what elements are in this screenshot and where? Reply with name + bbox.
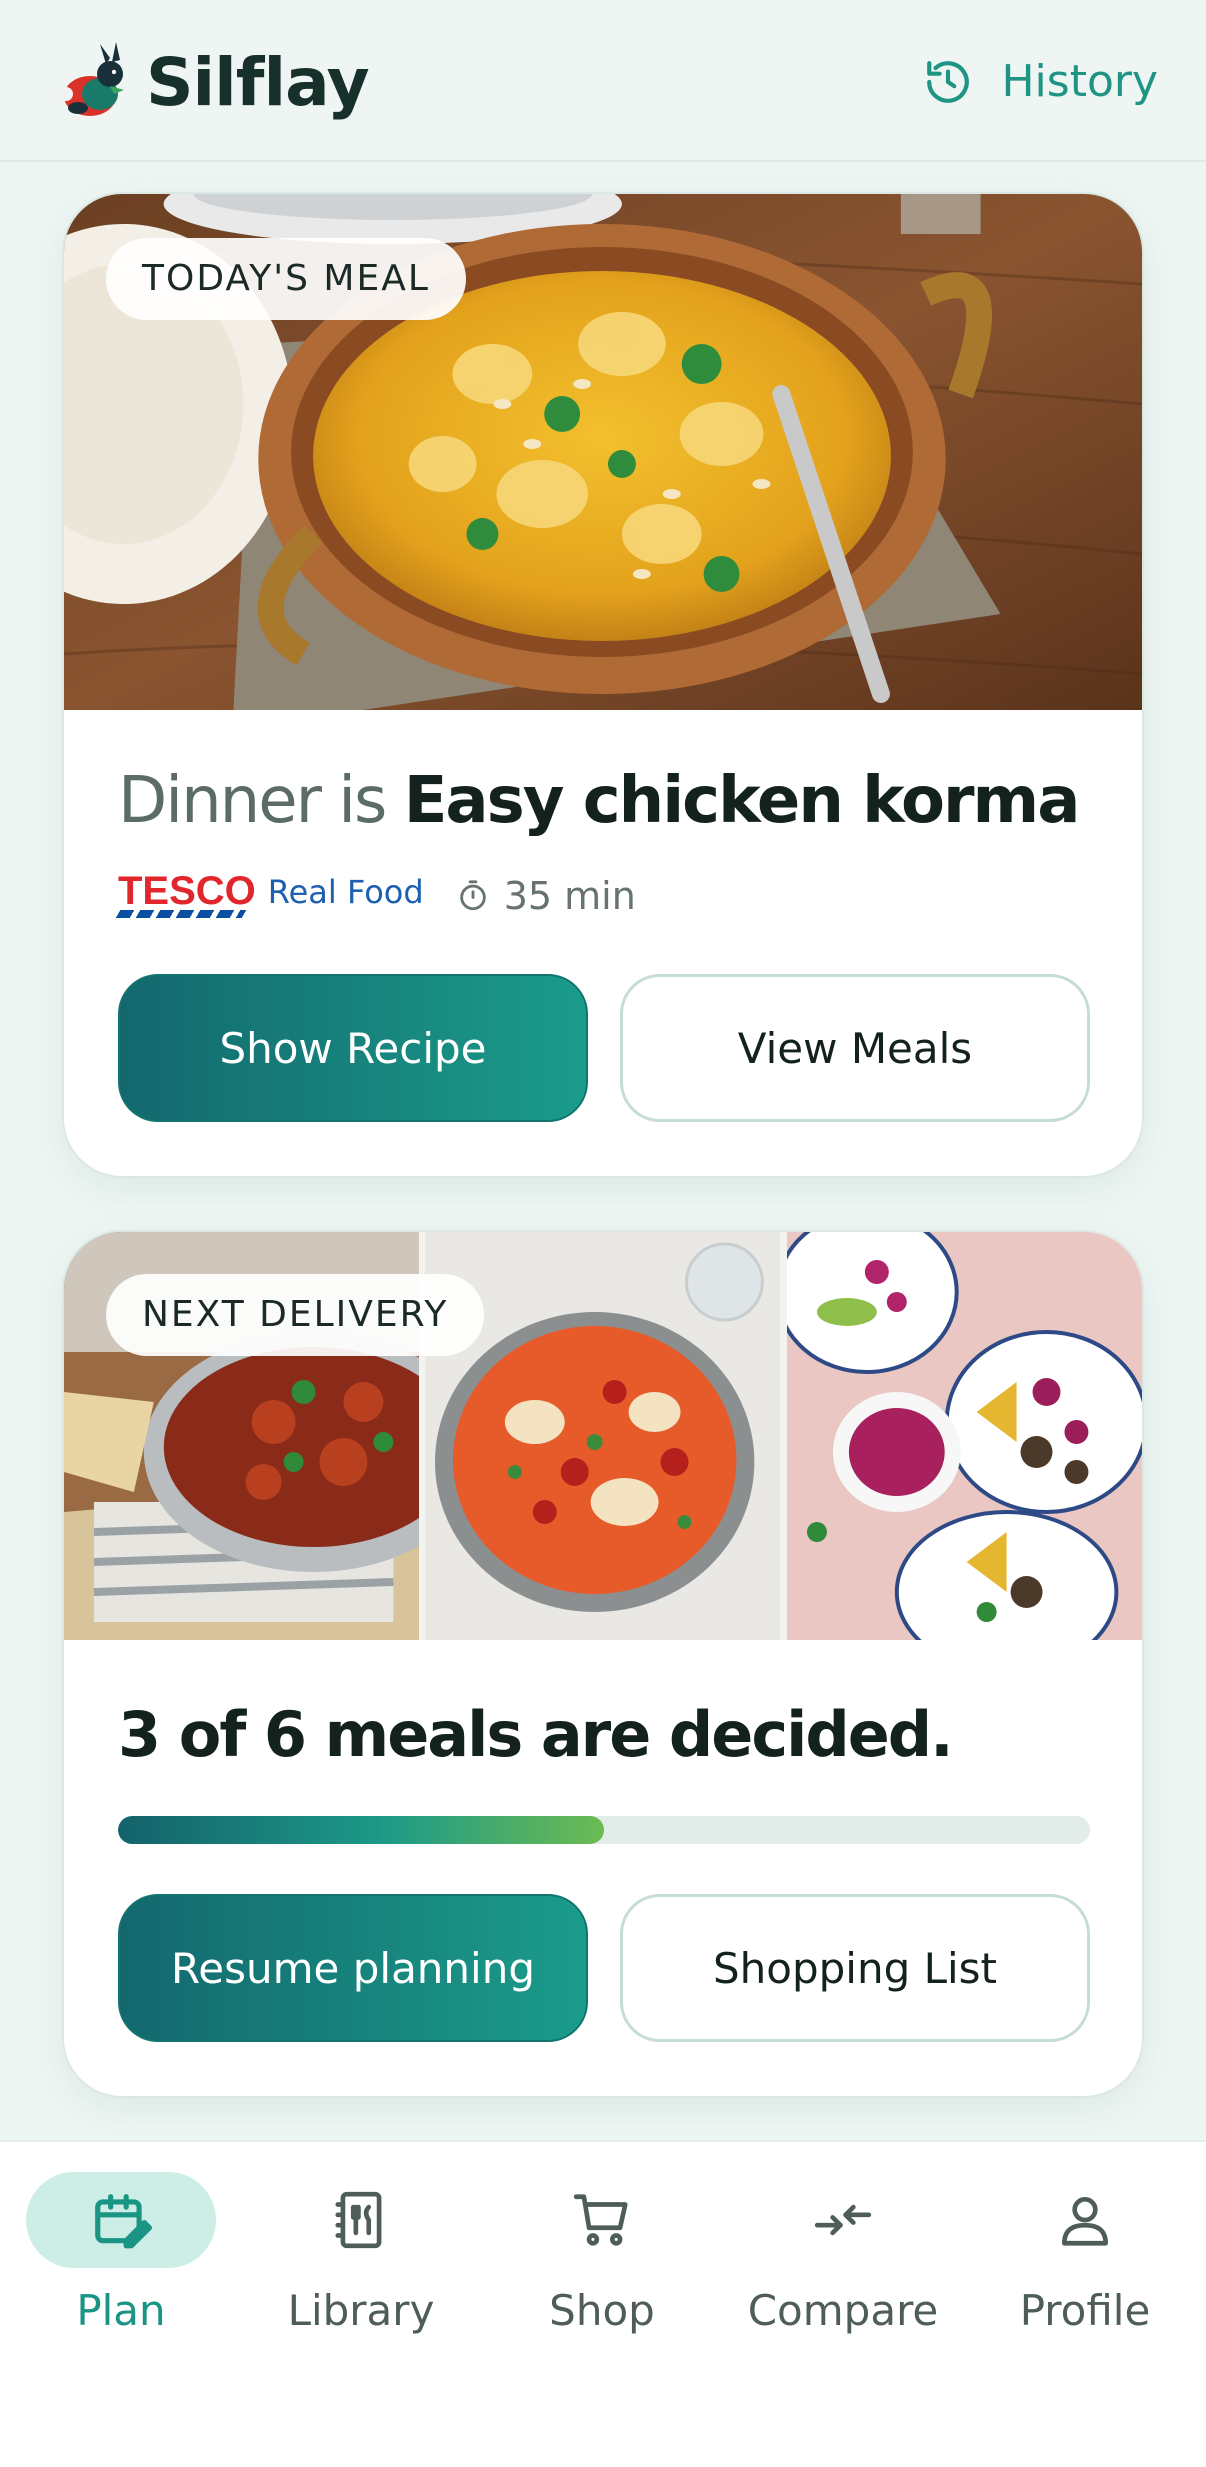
next-delivery-card: NEXT DELIVERY 3 of 6 meals are decided. … bbox=[62, 1230, 1144, 2098]
history-icon bbox=[927, 60, 970, 103]
recipe-book-icon bbox=[335, 2191, 382, 2249]
app-name: Silflay bbox=[146, 44, 370, 121]
next-delivery-badge: NEXT DELIVERY bbox=[106, 1274, 485, 1356]
calendar-edit-icon bbox=[95, 2194, 152, 2249]
todays-meal-card: TODAY'S MEAL Dinner is Easy chicken korm… bbox=[62, 192, 1144, 1178]
meal-meta: TESCO Real Food 35 min bbox=[115, 869, 636, 918]
meal-title-prefix: Dinner is bbox=[118, 764, 387, 838]
nav-item-library[interactable]: Library bbox=[261, 2172, 461, 2372]
nav-label-library: Library bbox=[287, 2286, 435, 2335]
view-meals-button[interactable]: View Meals bbox=[620, 974, 1090, 1122]
brand: Silflay bbox=[50, 40, 370, 126]
recipe-source-name: Real Food bbox=[267, 873, 424, 911]
tesco-stripes bbox=[115, 910, 247, 918]
todays-meal-badge: TODAY'S MEAL bbox=[106, 238, 466, 320]
cook-time: 35 min bbox=[456, 874, 636, 918]
meal-name[interactable]: Easy chicken korma bbox=[404, 764, 1081, 838]
nav-item-compare[interactable]: Compare bbox=[743, 2172, 943, 2372]
bottom-nav: Plan Library Shop Compare Profile bbox=[0, 2140, 1206, 2467]
rabbit-logo-icon bbox=[59, 42, 124, 116]
meal-title: Dinner is Easy chicken korma bbox=[118, 764, 1081, 838]
nav-label-profile: Profile bbox=[1019, 2286, 1151, 2335]
tesco-logo: TESCO bbox=[115, 869, 256, 918]
nav-label-plan: Plan bbox=[76, 2286, 166, 2335]
recipe-source[interactable]: TESCO Real Food bbox=[115, 869, 424, 918]
planning-progress-bar bbox=[118, 1816, 1090, 1844]
app-header: Silflay History bbox=[0, 0, 1206, 162]
nav-item-profile[interactable]: Profile bbox=[985, 2172, 1185, 2372]
resume-planning-button[interactable]: Resume planning bbox=[118, 1894, 588, 2042]
planning-progress-fill bbox=[118, 1816, 604, 1844]
tesco-logo-text: TESCO bbox=[118, 869, 256, 913]
timer-icon bbox=[459, 880, 486, 911]
show-recipe-button[interactable]: Show Recipe bbox=[118, 974, 588, 1122]
cart-icon bbox=[573, 2194, 628, 2246]
delivery-photo-3 bbox=[786, 1232, 1142, 1640]
nav-item-shop[interactable]: Shop bbox=[502, 2172, 702, 2372]
cook-time-value: 35 min bbox=[503, 874, 636, 918]
shopping-list-button[interactable]: Shopping List bbox=[620, 1894, 1090, 2042]
nav-item-plan[interactable]: Plan bbox=[21, 2172, 221, 2372]
history-button[interactable]: History bbox=[923, 56, 1158, 107]
compare-arrows-icon bbox=[814, 2204, 872, 2236]
nav-label-compare: Compare bbox=[747, 2286, 939, 2335]
delivery-photo-2 bbox=[425, 1232, 781, 1640]
person-icon bbox=[1062, 2197, 1108, 2246]
history-label: History bbox=[1001, 56, 1158, 107]
planning-progress-text: 3 of 6 meals are decided. bbox=[118, 1698, 954, 1771]
nav-label-shop: Shop bbox=[549, 2286, 655, 2335]
